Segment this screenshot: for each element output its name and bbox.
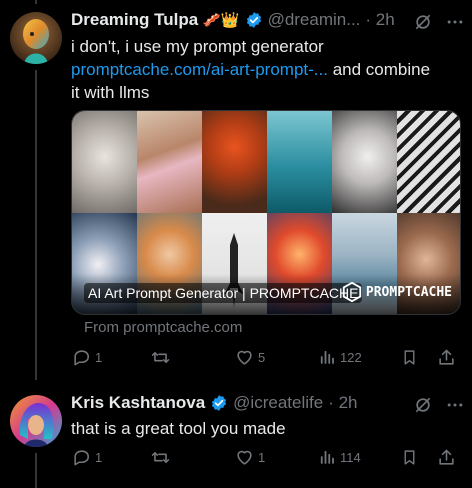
tweet-header: Kris Kashtanova @icreatelife · 2h — [71, 393, 357, 413]
like-button[interactable]: 5 — [235, 348, 265, 367]
reply-count: 1 — [95, 449, 103, 465]
views-icon — [320, 450, 334, 464]
tweet-actions: 1 1 114 — [0, 446, 472, 468]
view-count: 122 — [340, 349, 362, 365]
retweet-icon — [151, 351, 170, 363]
reply-count: 1 — [95, 349, 103, 365]
display-name[interactable]: Dreaming Tulpa — [71, 10, 198, 30]
promptcache-hex-icon — [342, 281, 362, 303]
share-button[interactable] — [437, 348, 456, 367]
grok-icon[interactable] — [413, 12, 433, 32]
collage-tile-owl — [202, 111, 267, 213]
display-name[interactable]: Kris Kashtanova — [71, 393, 205, 413]
tweet-actions: 1 5 122 — [0, 346, 472, 368]
avatar-kris-kashtanova[interactable] — [10, 395, 62, 447]
retweet-button[interactable] — [150, 348, 171, 367]
promptcache-logo: PROMPTCACHE — [341, 281, 452, 303]
bookmark-button[interactable] — [401, 348, 418, 367]
handle[interactable]: @dreamin... — [268, 10, 361, 30]
avatar-dreaming-tulpa[interactable] — [10, 12, 62, 64]
tweet-header-actions — [413, 395, 465, 415]
tweet-text: that is a great tool you made — [71, 419, 286, 438]
retweet-icon — [151, 451, 170, 463]
tweet-header: Dreaming Tulpa 🥓👑 @dreamin... · 2h — [71, 10, 395, 30]
handle[interactable]: @icreatelife — [233, 393, 323, 413]
card-title: AI Art Prompt Generator | PROMPTCACHE — [84, 283, 363, 303]
like-icon — [237, 350, 252, 365]
thread-line-connector — [35, 70, 37, 380]
reply-icon — [74, 449, 90, 465]
like-count: 5 — [258, 349, 266, 365]
collage-tile-canyon — [137, 111, 202, 213]
like-icon — [237, 450, 252, 465]
collage-tile-building — [397, 111, 460, 213]
thread-line-top — [35, 0, 37, 4]
views-icon — [320, 350, 334, 364]
collage-tile-boat — [267, 111, 332, 213]
link-preview-card[interactable]: AI Art Prompt Generator | PROMPTCACHE PR… — [71, 110, 461, 315]
share-icon — [439, 349, 454, 365]
timestamp[interactable]: · 2h — [328, 393, 357, 413]
more-icon[interactable] — [445, 12, 465, 32]
reply-button[interactable]: 1 — [72, 348, 102, 367]
tweet-text: i don't, i use my prompt generator promp… — [71, 35, 461, 104]
card-source[interactable]: From promptcache.com — [84, 319, 242, 336]
tweet-text-line-3: it with llms — [71, 83, 150, 102]
like-button[interactable]: 1 — [235, 448, 265, 467]
tweet-header-actions — [413, 12, 465, 32]
bookmark-button[interactable] — [401, 448, 418, 467]
bookmark-icon — [404, 349, 415, 365]
share-button[interactable] — [437, 448, 456, 467]
logo-text: PROMPTCACHE — [365, 284, 452, 300]
tweet-link[interactable]: promptcache.com/ai-art-prompt-... — [71, 60, 328, 79]
collage-tile-skull — [72, 111, 137, 213]
view-count: 114 — [340, 449, 361, 465]
more-icon[interactable] — [445, 395, 465, 415]
verified-badge-icon — [246, 12, 261, 28]
share-icon — [439, 449, 454, 465]
timestamp[interactable]: · 2h — [365, 10, 394, 30]
verified-badge-icon — [212, 395, 227, 411]
reply-button[interactable]: 1 — [72, 448, 102, 467]
grok-icon[interactable] — [413, 395, 433, 415]
like-count: 1 — [258, 449, 266, 465]
views-button[interactable]: 122 — [318, 348, 362, 366]
views-button[interactable]: 114 — [318, 448, 361, 466]
tweet-text-line-2-tail: and combine — [327, 60, 431, 79]
reply-icon — [74, 349, 90, 365]
name-emojis: 🥓👑 — [202, 12, 240, 29]
collage-tile-flower-face — [332, 111, 397, 213]
bookmark-icon — [404, 449, 415, 465]
tweet-text-line-1: i don't, i use my prompt generator — [71, 37, 324, 56]
retweet-button[interactable] — [150, 448, 171, 467]
